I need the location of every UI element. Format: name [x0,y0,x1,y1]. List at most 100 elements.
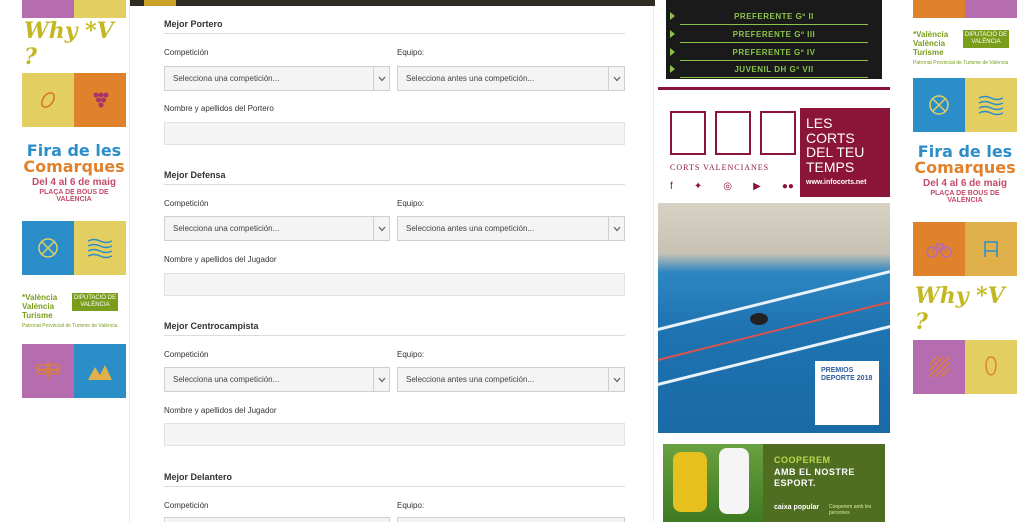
fira-comarques-ad[interactable]: Fira de les Comarques Del 4 al 6 de maig… [22,143,126,204]
ad-tile-row[interactable] [22,343,126,398]
facebook-icon[interactable]: f [670,181,673,192]
why-v-logo: Why *V ? [915,282,1005,335]
valencia-turisme-logos: *València València Turisme DIPUTACIÓ DE … [913,30,1017,58]
ad-tile-row[interactable] [913,339,1017,394]
league-item-label: PREFERENTE Gº IV [732,48,816,57]
grapes-icon [74,73,126,127]
top-bar [130,0,655,6]
crest-shield-icon [760,111,796,155]
why-v-ad[interactable]: Why *V ? [22,18,126,70]
waves-icon [965,77,1017,132]
ad-tile-row[interactable] [22,0,126,18]
why-v-ad[interactable]: Why *V ? [913,282,1017,335]
league-item: JUVENIL DH Gº VII [670,61,868,78]
lane-line [658,264,890,335]
competition-label: Competición [164,48,209,57]
active-tab-indicator [144,0,176,6]
ad-tile-row[interactable] [22,221,126,275]
league-item: PREFERENTE Gº II [670,8,868,25]
page: Why *V ? Fira de les Comarques Del 4 al … [0,0,1024,522]
ad-tile [965,0,1017,18]
premios-badge: PREMIOS DEPORTE 2018 [815,361,879,425]
corts-slogan: LES CORTS DEL TEU TEMPS [806,115,865,176]
triangle-right-icon [670,65,675,73]
fira-place: PLAÇA DE BOUS DE VALÈNCIA [930,189,1000,204]
valencia-turisme-ad[interactable]: *València València Turisme DIPUTACIÓ DE … [22,293,126,329]
ad-tile [22,0,74,18]
section-mejor-defensa: Mejor Defensa [164,170,625,185]
ball-icon [22,221,74,275]
why-v-logo: Why *V ? [24,18,114,70]
chevron-down-icon [608,67,624,90]
corts-valencianes-ad[interactable]: CORTS VALENCIANES f ✦ ◎ ▶ ●● LES CORTS D… [666,105,890,201]
player-name-label: Nombre y apellidos del Portero [164,104,274,113]
caixa-slogan-line2: AMB EL NOSTRE [774,466,855,477]
crest-shield-icon [670,111,706,155]
chair-icon [965,221,1017,276]
section-title: Mejor Centrocampista [164,321,625,336]
competition-label: Competición [164,350,209,359]
section-mejor-centrocampista: Mejor Centrocampista [164,321,625,336]
leaf-icon [22,73,74,127]
fira-title-line2: Comarques [914,157,1016,177]
caixa-popular-ad[interactable]: COOPEREM AMB EL NOSTRE ESPORT. caixa pop… [663,444,885,522]
competition-select[interactable] [164,517,390,522]
league-item-label: PREFERENTE Gº II [734,12,814,21]
player-name-input[interactable] [164,273,625,296]
player-name-input[interactable] [164,423,625,446]
league-item: PREFERENTE Gº III [670,26,868,43]
competition-select[interactable]: Selecciona una competición... [164,66,390,91]
team-label: Equipo: [397,199,425,208]
ad-tile-row[interactable] [913,0,1017,18]
team-label: Equipo: [397,48,425,57]
chevron-down-icon [373,368,389,391]
team-label: Equipo: [397,501,425,510]
section-mejor-portero: Mejor Portero [164,19,625,34]
player-name-label: Nombre y apellidos del Jugador [164,406,277,415]
crest-shield-icon [715,111,751,155]
instagram-icon[interactable]: ◎ [723,181,732,192]
right-ad-column: *València València Turisme DIPUTACIÓ DE … [913,0,1017,394]
diputacio-logo: DIPUTACIÓ DE VALÈNCIA [963,30,1009,49]
section-title: Mejor Portero [164,19,625,34]
pattern-icon [913,339,965,394]
section-title: Mejor Defensa [164,170,625,185]
team-select[interactable]: Selecciona antes una competición... [397,216,625,241]
swimmer [750,313,768,325]
youtube-icon[interactable]: ▶ [753,181,761,192]
player-name-input[interactable] [164,122,625,145]
valencia-turisme-logo: *València València Turisme [913,30,949,58]
valencia-turisme-ad[interactable]: *València València Turisme DIPUTACIÓ DE … [913,30,1017,66]
team-select-value: Selecciona antes una competición... [406,375,535,384]
team-label: Equipo: [397,350,425,359]
ad-tile-row[interactable] [913,77,1017,132]
section-mejor-delantero: Mejor Delantero [164,472,625,487]
player-name-label: Nombre y apellidos del Jugador [164,255,277,264]
team-select-value: Selecciona antes una competición... [406,224,535,233]
competition-select[interactable]: Selecciona una competición... [164,216,390,241]
caixa-slogan-line1: COOPEREM [774,455,831,465]
league-ad[interactable]: PREFERENTE Gº II PREFERENTE Gº III PREFE… [666,0,882,79]
patronat-text: Patronat Provincial de Turisme de Valènc… [22,322,118,329]
triangle-right-icon [670,48,675,56]
chevron-down-icon [373,67,389,90]
caixa-slogan-line3: ESPORT. [774,478,817,489]
player-figure [719,448,749,514]
premios-deporte-ad[interactable]: PREMIOS DEPORTE 2018 [658,203,890,433]
twitter-icon[interactable]: ✦ [694,181,702,192]
flickr-icon[interactable]: ●● [782,181,794,192]
team-select[interactable]: Selecciona antes una competición... [397,66,625,91]
fira-comarques-ad[interactable]: Fira de les Comarques Del 4 al 6 de maig… [913,143,1017,204]
team-select[interactable]: Selecciona antes una competición... [397,367,625,392]
ad-tile-row[interactable] [913,221,1017,276]
team-select[interactable] [397,517,625,522]
fira-dates: Del 4 al 6 de maig [923,177,1007,189]
league-item-label: JUVENIL DH Gº VII [734,65,814,74]
waves-icon [74,221,126,275]
ad-tile-row[interactable] [22,73,126,127]
patronat-text: Patronat Provincial de Turisme de Valènc… [913,59,1009,66]
triangle-right-icon [670,12,675,20]
competition-select[interactable]: Selecciona una competición... [164,367,390,392]
competition-label: Competición [164,199,209,208]
section-title: Mejor Delantero [164,472,625,487]
